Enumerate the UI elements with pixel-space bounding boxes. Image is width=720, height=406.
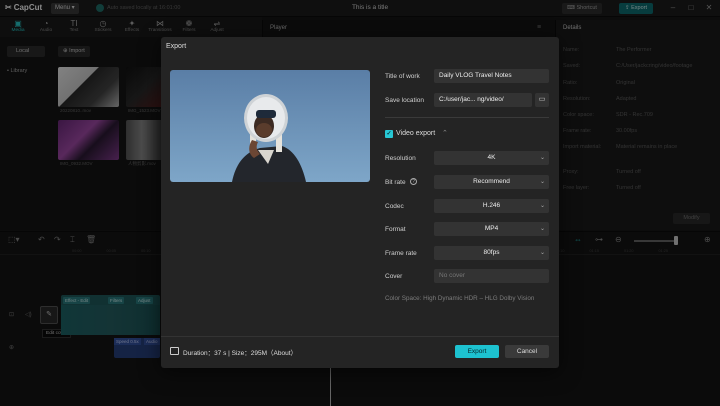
codec-label: Codec	[385, 203, 404, 210]
folder-browse-button[interactable]: ▭	[535, 93, 549, 107]
divider	[385, 117, 549, 118]
bitrate-select[interactable]: Recommend ⌄	[434, 175, 549, 189]
resolution-label: Resolution	[385, 155, 416, 162]
chevron-down-icon: ⌄	[539, 250, 545, 256]
film-icon	[170, 347, 179, 355]
chevron-down-icon: ⌄	[539, 203, 545, 209]
format-select[interactable]: MP4 ⌄	[434, 222, 549, 236]
codec-value: H.246	[482, 202, 501, 209]
dialog-title: Export	[166, 43, 187, 50]
framerate-select[interactable]: 80fps ⌄	[434, 246, 549, 260]
resolution-value: 4K	[487, 154, 496, 161]
folder-icon: ▭	[538, 96, 546, 103]
video-export-checkbox[interactable]: ✓	[385, 130, 393, 138]
resolution-select[interactable]: 4K ⌄	[434, 151, 549, 165]
color-space-note: Color Space: High Dynamic HDR – HLG Dolb…	[385, 295, 535, 302]
video-export-label: Video export	[396, 130, 436, 137]
title-label: Title of work	[385, 73, 420, 80]
chevron-down-icon: ⌄	[539, 179, 545, 185]
title-input[interactable]: Daily VLOG Travel Notes	[434, 69, 549, 83]
duration-size-text: Duration：37 s | Size：295M（About）	[183, 350, 298, 357]
capcut-window: ✂ CapCut Menu ▾ Auto saved locally at 16…	[0, 0, 720, 406]
format-label: Format	[385, 226, 406, 233]
divider	[161, 336, 559, 337]
codec-select[interactable]: H.246 ⌄	[434, 199, 549, 213]
collapse-icon[interactable]: ⌃	[442, 129, 448, 137]
format-value: MP4	[484, 225, 499, 232]
chevron-down-icon: ⌄	[539, 155, 545, 161]
info-icon[interactable]: ?	[410, 178, 417, 185]
export-preview	[170, 70, 370, 182]
export-button[interactable]: Export	[455, 345, 499, 358]
bitrate-value: Recommend	[473, 178, 510, 185]
framerate-label: Frame rate	[385, 250, 417, 257]
chevron-down-icon: ⌄	[539, 226, 545, 232]
preview-image	[170, 70, 370, 182]
cover-label: Cover	[385, 273, 403, 280]
cover-input[interactable]: No cover	[434, 269, 549, 283]
save-location-input[interactable]: C:/user/jac... ng/video/	[434, 93, 532, 107]
framerate-value: 80fps	[483, 249, 500, 256]
bitrate-label: Bit rate	[385, 179, 406, 186]
cancel-button[interactable]: Cancel	[505, 345, 549, 358]
save-location-label: Save location	[385, 97, 425, 104]
